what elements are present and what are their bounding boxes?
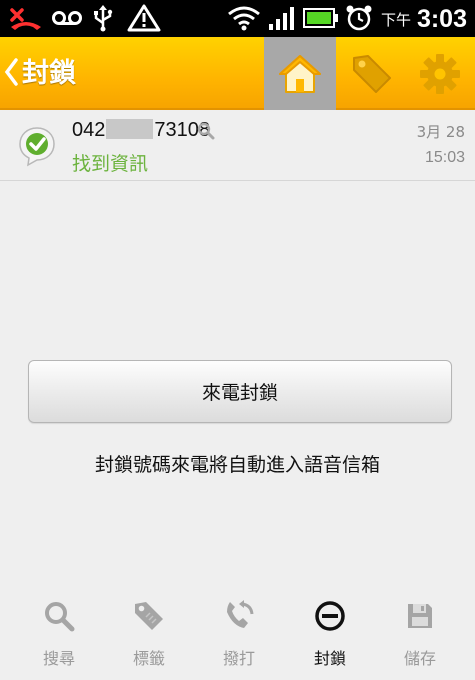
- page-title[interactable]: 封鎖: [22, 37, 76, 110]
- entry-time: 15:03: [424, 149, 465, 166]
- block-description: 封鎖號碼來電將自動進入語音信箱: [94, 454, 380, 476]
- lookup-status: 找到資訊: [72, 153, 149, 175]
- check-badge-icon: [19, 127, 55, 167]
- status-time: 3:03: [416, 5, 467, 33]
- nav-label-save: 儲存: [403, 649, 436, 668]
- nav-item-tags[interactable]: 標籤: [104, 590, 194, 680]
- call-block-button[interactable]: 來電封鎖: [28, 360, 452, 423]
- phone-number: 042 73108: [72, 119, 210, 142]
- warning-icon: [126, 4, 162, 32]
- tag-button[interactable]: [336, 37, 408, 110]
- nav-label-block: 封鎖: [313, 649, 346, 668]
- nav-label-call: 撥打: [222, 649, 255, 668]
- tag-icon: [131, 598, 167, 634]
- nav-label-tags: 標籤: [132, 649, 165, 668]
- status-clock: 下午 3:03: [381, 4, 467, 34]
- number-mask: [106, 119, 154, 139]
- block-icon: [312, 598, 348, 634]
- blocked-entry-row[interactable]: 042 73108 找到資訊 3月 28 15:03: [0, 111, 475, 181]
- settings-button[interactable]: [404, 37, 475, 110]
- wifi-icon: [226, 4, 262, 32]
- nav-label-search: 搜尋: [42, 649, 75, 668]
- nav-item-search[interactable]: 搜尋: [14, 590, 104, 680]
- signal-icon: [267, 4, 297, 32]
- entry-date: 3月 28: [416, 123, 465, 141]
- usb-icon: [90, 4, 116, 32]
- voicemail-icon: [50, 4, 84, 32]
- battery-icon: [303, 4, 339, 32]
- gear-icon: [420, 53, 460, 94]
- action-bar: 封鎖: [0, 37, 475, 110]
- phone-number-prefix: 042: [72, 119, 106, 141]
- save-icon: [402, 598, 438, 634]
- missed-call-icon: [8, 4, 44, 32]
- nav-item-block[interactable]: 封鎖: [285, 590, 375, 680]
- search-icon: [41, 598, 77, 634]
- number-search-icon[interactable]: [197, 122, 215, 140]
- home-button[interactable]: [264, 37, 336, 110]
- nav-item-call[interactable]: 撥打: [194, 590, 284, 680]
- back-chevron-icon[interactable]: [4, 57, 18, 87]
- home-icon: [279, 54, 321, 93]
- status-ampm: 下午: [380, 12, 411, 29]
- alarm-icon: [344, 4, 374, 32]
- tag-icon: [353, 54, 391, 93]
- status-bar: 下午 3:03: [0, 0, 475, 37]
- nav-item-save[interactable]: 儲存: [375, 590, 465, 680]
- call-icon: [221, 598, 257, 634]
- bottom-nav: 搜尋 標籤 撥打 封鎖 儲存: [0, 590, 475, 680]
